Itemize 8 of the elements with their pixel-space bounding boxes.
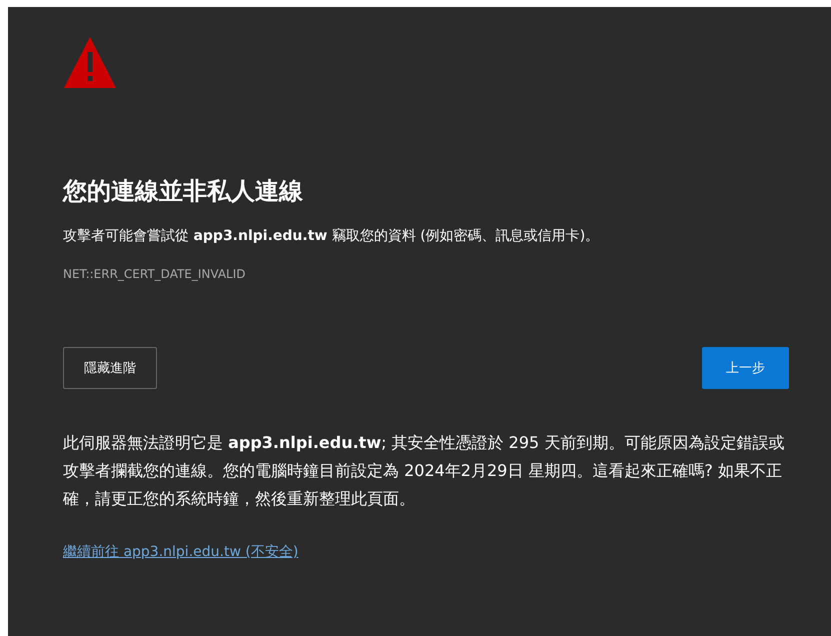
warning-icon <box>63 35 117 89</box>
back-button[interactable]: 上一步 <box>702 347 789 389</box>
error-code: NET::ERR_CERT_DATE_INVALID <box>63 267 247 281</box>
proceed-link[interactable]: 繼續前往 app3.nlpi.edu.tw (不安全) <box>63 543 298 561</box>
summary-text: 攻擊者可能會嘗試從 app3.nlpi.edu.tw 竊取您的資料 (例如密碼、訊息或信用卡)。 <box>63 227 600 246</box>
details-text: 此伺服器無法證明它是 app3.nlpi.edu.tw; 其安全性憑證於 295 天前到期。可能原因為設定錯誤或攻擊者攔截您的連線。您的電腦時鐘目前設定為 2024年2月29日 星期四。這看起來正確嗎? 如果不正確，請更正您的系統時鐘，然後重新整理此頁面。 <box>63 432 786 510</box>
hide-advanced-button[interactable]: 隱藏進階 <box>63 347 157 389</box>
page-heading: 您的連線並非私人連線 <box>63 176 304 207</box>
